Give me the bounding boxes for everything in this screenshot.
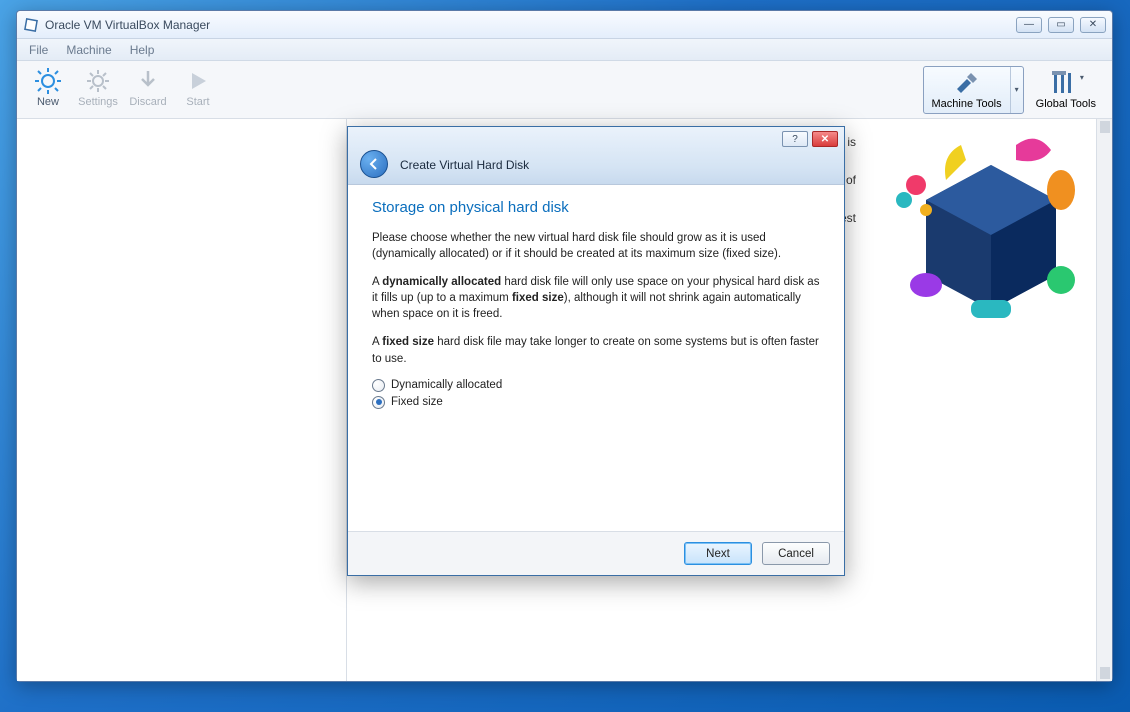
titlebar: Oracle VM VirtualBox Manager — ▭ ✕: [17, 11, 1112, 39]
close-button[interactable]: ✕: [1080, 17, 1106, 33]
menubar: File Machine Help: [17, 39, 1112, 61]
dialog-title: Create Virtual Hard Disk: [400, 158, 529, 172]
create-vhd-dialog: ? ✕ Create Virtual Hard Disk Storage on …: [347, 126, 845, 576]
start-label: Start: [186, 96, 209, 108]
discard-button[interactable]: Discard: [123, 65, 173, 115]
machine-tools-button[interactable]: Machine Tools ▾: [923, 66, 1024, 114]
global-tools-button[interactable]: ▾ Global Tools: [1030, 67, 1102, 112]
back-button[interactable]: [360, 150, 388, 178]
cancel-button[interactable]: Cancel: [762, 542, 830, 565]
scrollbar[interactable]: [1096, 119, 1112, 681]
menu-machine[interactable]: Machine: [58, 41, 119, 59]
dialog-close-button[interactable]: ✕: [812, 131, 838, 147]
discard-label: Discard: [129, 96, 166, 108]
chevron-down-icon[interactable]: ▾: [1010, 67, 1023, 113]
hammer-wrench-icon: [953, 69, 981, 97]
radio-icon: [372, 379, 385, 392]
virtualbox-mascot-art: [886, 125, 1096, 335]
dialog-header: ? ✕ Create Virtual Hard Disk: [348, 127, 844, 185]
new-button[interactable]: New: [23, 65, 73, 115]
dialog-body: Storage on physical hard disk Please cho…: [348, 185, 844, 531]
toolbar: New Settings Discard Start: [17, 61, 1112, 119]
maximize-button[interactable]: ▭: [1048, 17, 1074, 33]
menu-file[interactable]: File: [21, 41, 56, 59]
dialog-paragraph-2: A dynamically allocated hard disk file w…: [372, 274, 820, 322]
radio-label-dynamic: Dynamically allocated: [391, 379, 502, 391]
settings-button[interactable]: Settings: [73, 65, 123, 115]
dialog-footer: Next Cancel: [348, 531, 844, 575]
radio-label-fixed: Fixed size: [391, 396, 443, 408]
start-icon: [184, 67, 212, 95]
menu-help[interactable]: Help: [122, 41, 163, 59]
dialog-help-button[interactable]: ?: [782, 131, 808, 147]
machine-tools-label: Machine Tools: [932, 98, 1002, 110]
chevron-down-icon: ▾: [1080, 73, 1084, 82]
tools-icon: [1048, 69, 1076, 97]
window-title: Oracle VM VirtualBox Manager: [45, 18, 1016, 32]
dialog-paragraph-3: A fixed size hard disk file may take lon…: [372, 334, 820, 366]
gear-icon: [84, 67, 112, 95]
next-button[interactable]: Next: [684, 542, 752, 565]
minimize-button[interactable]: —: [1016, 17, 1042, 33]
global-tools-label: Global Tools: [1036, 98, 1096, 110]
new-label: New: [37, 96, 59, 108]
start-button[interactable]: Start: [173, 65, 223, 115]
sun-icon: [34, 67, 62, 95]
vm-list-sidebar[interactable]: [17, 119, 347, 681]
app-icon: [23, 17, 39, 33]
radio-dynamically-allocated[interactable]: Dynamically allocated: [372, 379, 820, 392]
radio-icon: [372, 396, 385, 409]
radio-fixed-size[interactable]: Fixed size: [372, 396, 820, 409]
dialog-paragraph-1: Please choose whether the new virtual ha…: [372, 230, 820, 262]
discard-icon: [134, 67, 162, 95]
dialog-heading: Storage on physical hard disk: [372, 199, 820, 216]
settings-label: Settings: [78, 96, 118, 108]
